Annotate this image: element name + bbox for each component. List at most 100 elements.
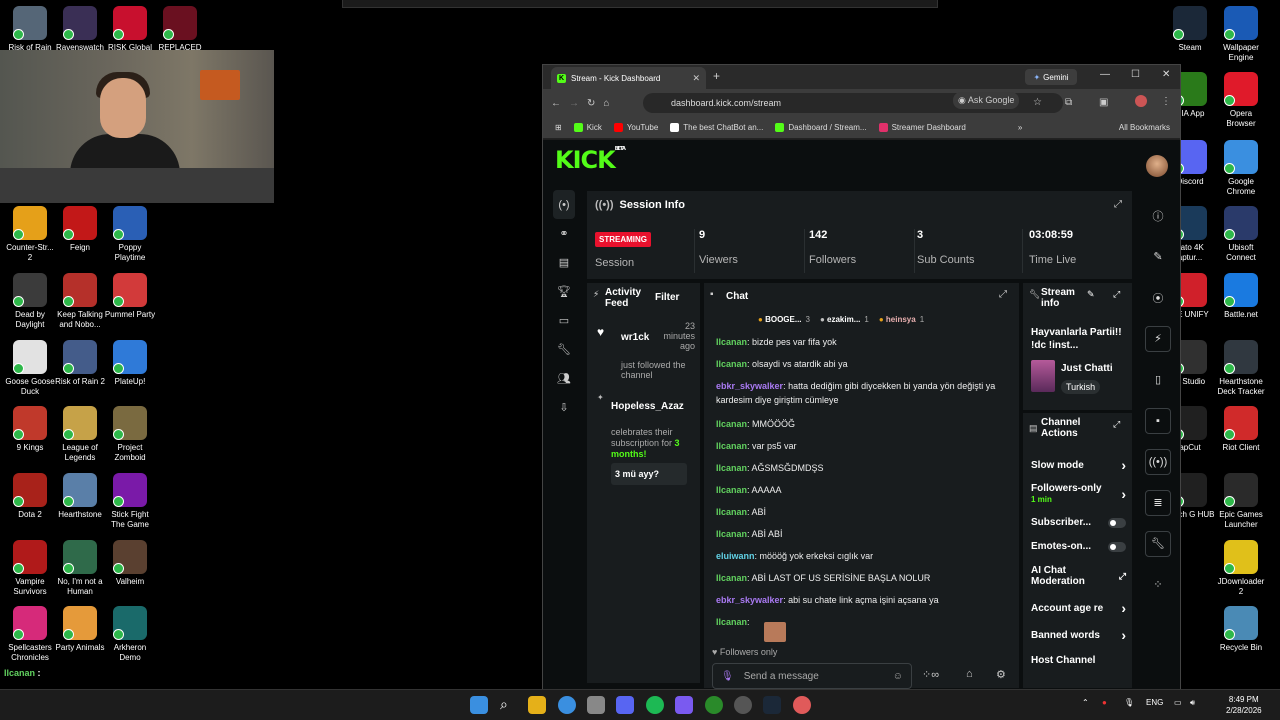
desktop-icon[interactable]: Google Chrome — [1215, 140, 1267, 197]
analytics-nav-icon[interactable]: ▤ — [553, 248, 575, 277]
store-icon[interactable]: ⌂ — [966, 668, 973, 680]
desktop-icon[interactable]: Ravenswatch — [54, 6, 106, 53]
chat-username[interactable]: Ilcanan — [716, 507, 747, 517]
video-nav-icon[interactable]: ▭ — [553, 306, 575, 335]
desktop-icon[interactable]: Risk of Rain — [4, 6, 56, 53]
maximize-icon[interactable]: ☐ — [1131, 69, 1140, 80]
desktop-icon[interactable]: Party Animals — [54, 606, 106, 653]
channel-action-row[interactable]: Emotes-on... — [1031, 541, 1126, 552]
desktop-icon[interactable]: Dead by Daylight — [4, 273, 56, 330]
toggle-switch[interactable] — [1108, 517, 1126, 528]
chat-username[interactable]: Ilcanan — [716, 359, 747, 369]
desktop-icon[interactable]: Keep Talking and Nobo... — [54, 273, 106, 330]
trophy-nav-icon[interactable]: 🏆︎ — [553, 277, 575, 306]
external-link-icon[interactable]: ⤢ — [1119, 571, 1126, 582]
desktop-icon[interactable]: Poppy Playtime — [104, 206, 156, 263]
desktop-icon[interactable]: Hearthstone — [54, 473, 106, 520]
users-icon[interactable]: ⁘∞ — [922, 668, 939, 681]
tab-kick-dashboard[interactable]: K Stream - Kick Dashboard ✕ — [551, 67, 706, 89]
bookmark-item[interactable]: YouTube — [613, 123, 658, 132]
minimize-icon[interactable]: — — [1100, 69, 1110, 80]
bookmark-item[interactable]: The best ChatBot an... — [670, 123, 763, 132]
desktop-icon[interactable]: Wallpaper Engine — [1215, 6, 1267, 63]
app-icon[interactable] — [675, 696, 693, 714]
windows-start-icon[interactable] — [470, 696, 488, 714]
mic-tray-icon[interactable]: 🎙︎ — [1124, 698, 1134, 707]
edit-icon[interactable]: ✎ — [1143, 236, 1173, 277]
desktop-icon[interactable]: Epic Games Launcher — [1215, 473, 1267, 530]
info-popout-icon[interactable]: ⤢ — [1113, 289, 1120, 300]
bookmark-item[interactable]: Dashboard / Stream... — [775, 123, 867, 132]
desktop-icon[interactable]: RISK Global — [104, 6, 156, 53]
forward-icon[interactable]: → — [569, 98, 579, 109]
desktop-icon[interactable]: Counter-Str... 2 — [4, 206, 56, 263]
channel-action-row[interactable]: Slow mode › — [1031, 457, 1126, 473]
bookmark-item[interactable]: Kick — [573, 123, 602, 132]
close-tab-icon[interactable]: ✕ — [692, 73, 700, 84]
ask-google-button[interactable]: ◉ Ask Google — [953, 92, 1020, 109]
signal-button[interactable]: ((•)) — [1143, 441, 1173, 482]
document-icon[interactable]: ▯ — [1143, 359, 1173, 400]
top-user[interactable]: ● heinsya 1 — [879, 315, 924, 324]
user-avatar[interactable] — [1146, 155, 1168, 177]
server-button[interactable]: ≣ — [1143, 482, 1173, 523]
chrome-profile-icon[interactable] — [793, 696, 811, 714]
chat-username[interactable]: Ilcanan — [716, 337, 747, 347]
desktop-icon[interactable]: Recycle Bin — [1215, 606, 1267, 653]
chat-username[interactable]: eluiwann — [716, 551, 755, 561]
chat-username[interactable]: Ilcanan — [716, 617, 747, 627]
chevron-right-icon[interactable]: › — [1121, 627, 1126, 643]
star-icon[interactable]: ☆ — [1033, 97, 1042, 108]
filter-button[interactable]: Filter — [655, 292, 679, 303]
desktop-icon[interactable]: PlateUp! — [104, 340, 156, 387]
desktop-icon[interactable]: Valheim — [104, 540, 156, 587]
chrome-icon[interactable] — [558, 696, 576, 714]
chat-username[interactable]: ebkr_skywalker — [716, 595, 783, 605]
search-icon[interactable]: ⌕ — [500, 696, 518, 714]
desktop-icon[interactable]: Vampire Survivors — [4, 540, 56, 597]
reload-icon[interactable]: ↻ — [587, 98, 595, 109]
users-nav-icon[interactable]: 👥︎ — [553, 364, 575, 393]
desktop-icon[interactable]: Ubisoft Connect — [1215, 206, 1267, 263]
apps-grid-icon[interactable]: ⊞ — [555, 123, 562, 132]
chat-username[interactable]: Ilcanan — [716, 463, 747, 473]
desktop-icon[interactable]: Battle.net — [1215, 273, 1267, 320]
desktop-icon[interactable]: Arkheron Demo — [104, 606, 156, 663]
desktop-icon[interactable]: Project Zomboid — [104, 406, 156, 463]
chat-button[interactable]: ▪ — [1143, 400, 1173, 441]
network-icon[interactable]: ▭ — [1174, 698, 1182, 707]
discord-icon[interactable] — [616, 696, 634, 714]
close-window-icon[interactable]: ✕ — [1162, 69, 1170, 80]
channel-action-row[interactable]: Followers-only 1 min › — [1031, 483, 1126, 505]
desktop-icon[interactable]: 9 Kings — [4, 406, 56, 453]
store-icon[interactable] — [587, 696, 605, 714]
edit-pencil-icon[interactable]: ✎ — [1087, 289, 1095, 300]
desktop-icon[interactable]: Dota 2 — [4, 473, 56, 520]
toggle-switch[interactable] — [1108, 541, 1126, 552]
channel-action-row[interactable]: Host Channel — [1031, 655, 1126, 666]
profile-avatar[interactable] — [1135, 95, 1147, 107]
spotify-icon[interactable] — [646, 696, 664, 714]
volume-icon[interactable]: 🔊︎ — [1190, 698, 1195, 708]
channel-action-row[interactable]: Account age re › — [1031, 600, 1126, 616]
download-nav-icon[interactable]: ⇩ — [553, 393, 575, 422]
channel-action-row[interactable]: Subscriber... — [1031, 517, 1126, 528]
kick-logo[interactable]: KICKBETA — [555, 146, 626, 174]
desktop-icon[interactable]: Opera Browser — [1215, 72, 1267, 129]
settings-icon[interactable]: ⚙ — [996, 668, 1006, 681]
info-icon[interactable]: ⓘ — [1143, 195, 1173, 236]
broadcast-icon[interactable]: ⦿ — [1143, 277, 1173, 318]
dots-icon[interactable]: ⁘ — [1143, 564, 1173, 605]
desktop-icon[interactable]: Goose Goose Duck — [4, 340, 56, 397]
popout-icon[interactable]: ⤢ — [1114, 199, 1122, 210]
desktop-icon[interactable]: Risk of Rain 2 — [54, 340, 106, 387]
emoji-icon[interactable]: ☺ — [893, 671, 903, 682]
desktop-icon[interactable]: Feign — [54, 206, 106, 253]
chat-username[interactable]: Ilcanan — [716, 441, 747, 451]
file-explorer-icon[interactable] — [528, 696, 546, 714]
chevron-right-icon[interactable]: › — [1121, 486, 1126, 502]
desktop-icon[interactable]: League of Legends — [54, 406, 106, 463]
desktop-icon[interactable]: REPLACED — [154, 6, 206, 53]
chevron-right-icon[interactable]: › — [1121, 600, 1126, 616]
gemini-button[interactable]: ✦ Gemini — [1025, 69, 1077, 85]
